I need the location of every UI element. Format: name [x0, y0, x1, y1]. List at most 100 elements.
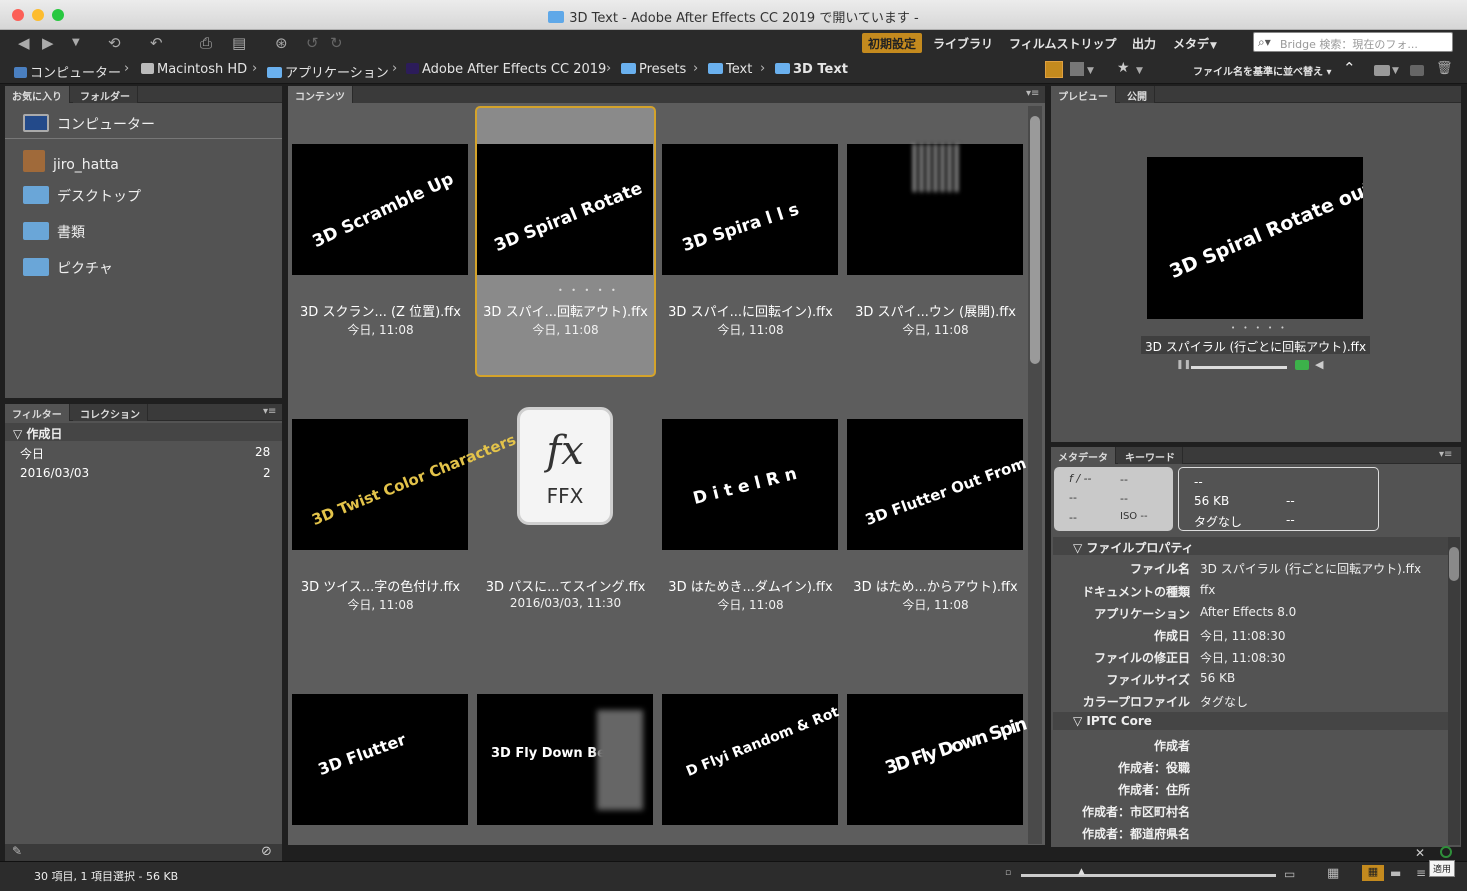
thumbnail-item[interactable]: 3D Spira l l s	[662, 144, 838, 275]
favorite-user[interactable]: jiro_hatta	[23, 150, 119, 173]
scrollbar-thumb[interactable]	[1449, 547, 1459, 581]
search-input[interactable]: ⌕▾ Bridge 検索：現在のフォ...	[1253, 32, 1453, 52]
drive-icon	[141, 63, 154, 74]
clear-filter-icon[interactable]: ⊘	[261, 844, 272, 859]
rating-dots[interactable]: • • • • •	[558, 286, 619, 295]
new-folder-icon[interactable]	[1410, 65, 1424, 76]
chevron-down-icon[interactable]: ▼	[1087, 62, 1094, 80]
thumbnail-image: 3D Spiral Rotate	[477, 144, 653, 275]
quality-toggle-icon[interactable]	[1045, 61, 1063, 78]
iptc-core-header[interactable]: ▽ IPTC Core	[1053, 712, 1448, 730]
workspace-library[interactable]: ライブラリ	[927, 33, 999, 53]
workspace-default[interactable]: 初期設定	[862, 33, 923, 53]
tab-content[interactable]: コンテンツ	[288, 86, 353, 103]
rating-dots[interactable]: • • • • •	[1231, 324, 1288, 332]
tab-publish[interactable]: 公開	[1120, 86, 1155, 103]
thumbnail-item[interactable]: 3D Fly Down Behin	[477, 694, 653, 825]
breadcrumb-macintosh-hd[interactable]: Macintosh HD	[141, 62, 247, 77]
workspace-menu-chevron-icon[interactable]: ▼	[1210, 37, 1217, 55]
large-thumb-icon[interactable]: ▭	[1284, 867, 1295, 881]
back-icon[interactable]: ◀	[18, 34, 30, 52]
favorite-desktop[interactable]: デスクトップ	[23, 186, 141, 206]
star-icon[interactable]: ★	[1117, 59, 1130, 77]
favorite-pictures[interactable]: ピクチャ	[23, 258, 113, 278]
breadcrumb-3d-text[interactable]: 3D Text	[775, 62, 848, 77]
pin-icon[interactable]: ✎	[12, 844, 22, 858]
chevron-down-icon[interactable]: ▼	[1136, 62, 1143, 80]
sort-menu[interactable]: ファイル名を基準に並べ替え ▾	[1193, 63, 1332, 78]
close-icon[interactable]: ✕	[1415, 846, 1425, 860]
camera-icon[interactable]: ⎙	[200, 34, 212, 52]
thumbnail-view-icon[interactable]: ▦	[1362, 865, 1384, 881]
sort-ascending-icon[interactable]: ⌃	[1343, 59, 1356, 77]
metadata-scrollbar[interactable]	[1448, 537, 1460, 845]
small-thumb-icon[interactable]: ▫	[1005, 868, 1011, 878]
workspace-output[interactable]: 出力	[1126, 33, 1162, 53]
thumbnail-size-slider[interactable]	[1021, 874, 1276, 877]
file-size: 56 KB	[1194, 494, 1230, 508]
open-folder-icon[interactable]	[1374, 65, 1390, 76]
pause-icon[interactable]: ❚❚	[1176, 360, 1191, 370]
tab-folders[interactable]: フォルダー	[73, 86, 138, 103]
thumbnail-item[interactable]: 3D Spiral Rotate	[477, 144, 653, 275]
recent-folder-icon[interactable]: ⟲	[108, 34, 121, 52]
prop-value: 3D スパイラル (行ごとに回転アウト).ffx	[1200, 562, 1422, 576]
breadcrumb-presets[interactable]: Presets	[621, 62, 686, 77]
thumbnail-item[interactable]: 3D Scramble Up	[292, 144, 468, 275]
workspace-metadata[interactable]: メタデータ	[1167, 33, 1209, 53]
tab-keywords[interactable]: キーワード	[1118, 447, 1183, 464]
refine-icon[interactable]: ▤	[232, 34, 246, 52]
breadcrumb-applications[interactable]: アプリケーション	[267, 62, 389, 81]
tab-metadata[interactable]: メタデータ	[1051, 447, 1116, 464]
thumbnail-item[interactable]: 3D Flutter	[292, 694, 468, 825]
thumbnail-quality-icon[interactable]	[1070, 62, 1084, 76]
playback-slider[interactable]	[1191, 366, 1287, 369]
thumbnail-item[interactable]: D Flyi Random & Rot	[662, 694, 841, 825]
workspace-filmstrip[interactable]: フィルムストリップ	[1003, 33, 1123, 53]
tab-collections[interactable]: コレクション	[73, 404, 148, 421]
slider-handle[interactable]: ▲	[1078, 867, 1085, 877]
rotate-left-icon[interactable]: ↺	[306, 34, 319, 52]
trash-icon[interactable]: 🗑	[1436, 60, 1453, 78]
ffx-file-icon[interactable]: fx FFX	[517, 407, 613, 525]
details-view-icon[interactable]: ▬	[1390, 866, 1401, 880]
scrollbar-thumb[interactable]	[1030, 116, 1040, 364]
filter-group-header[interactable]: ▽ 作成日	[5, 423, 282, 441]
breadcrumb-text[interactable]: Text	[708, 62, 752, 77]
iptc-label: 作成者：役職	[1117, 761, 1190, 775]
thumbnail-item[interactable]	[847, 144, 1023, 275]
panel-menu-icon[interactable]: ▾≡	[1439, 449, 1452, 460]
breadcrumb-after-effects[interactable]: Adobe After Effects CC 2019	[406, 62, 606, 77]
list-view-icon[interactable]: ≡	[1416, 866, 1426, 880]
filter-item-count: 2	[263, 466, 271, 480]
loop-icon[interactable]	[1295, 360, 1309, 370]
file-properties-header[interactable]: ▽ ファイルプロパティ	[1053, 537, 1448, 555]
rotate-right-icon[interactable]: ↻	[330, 34, 343, 52]
content-scrollbar[interactable]	[1028, 106, 1042, 844]
thumbnail-text: 3D Twist Color Characters	[309, 430, 519, 529]
tab-favorites[interactable]: お気に入り	[5, 86, 70, 103]
favorite-computer[interactable]: コンピューター	[23, 114, 155, 134]
breadcrumb-computer[interactable]: コンピューター	[14, 62, 121, 81]
chevron-down-icon[interactable]: ▼	[1392, 62, 1399, 80]
thumbnail-item[interactable]: 3D Fly Down Spin	[847, 694, 1028, 825]
chevron-down-icon[interactable]: ▼	[72, 34, 80, 52]
return-icon[interactable]: ↶	[150, 34, 163, 52]
filter-item-label[interactable]: 今日	[20, 445, 44, 462]
grid-view-icon[interactable]: ▦	[1327, 866, 1339, 881]
preview-image[interactable]: 3D Spiral Rotate out by Line	[1147, 157, 1363, 319]
thumbnail-item[interactable]: 3D Twist Color Characters	[292, 419, 519, 550]
panel-menu-icon[interactable]: ▾≡	[1026, 88, 1039, 99]
tab-filter[interactable]: フィルター	[5, 404, 70, 421]
favorite-documents[interactable]: 書類	[23, 222, 85, 242]
chevron-right-icon: ›	[124, 61, 130, 76]
thumbnail-item[interactable]: D i t e l R n	[662, 419, 838, 550]
filter-item-label[interactable]: 2016/03/03	[20, 466, 89, 480]
thumbnail-item[interactable]: 3D Flutter Out From	[847, 419, 1029, 550]
apply-tooltip: 適用	[1429, 860, 1456, 877]
tab-preview[interactable]: プレビュー	[1051, 86, 1116, 103]
forward-icon[interactable]: ▶	[42, 34, 54, 52]
panel-menu-icon[interactable]: ▾≡	[263, 406, 276, 417]
open-recent-icon[interactable]: ⊛	[275, 34, 288, 52]
volume-icon[interactable]: ◀	[1315, 358, 1323, 371]
